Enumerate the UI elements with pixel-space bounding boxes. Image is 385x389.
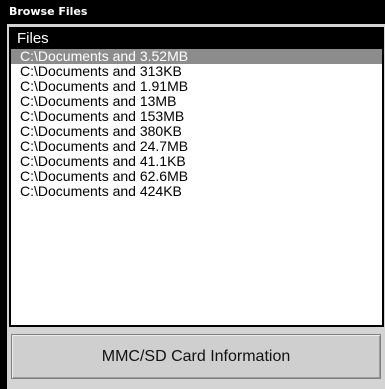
list-item[interactable]: C:\Documents and 153MB	[11, 109, 382, 124]
mmc-sd-card-information-button[interactable]: MMC/SD Card Information	[11, 334, 381, 379]
file-list[interactable]: C:\Documents and 3.52MB C:\Documents and …	[11, 49, 382, 199]
list-item[interactable]: C:\Documents and 380KB	[11, 124, 382, 139]
file-list-header: Files	[11, 29, 382, 49]
list-item[interactable]: C:\Documents and 41.1KB	[11, 154, 382, 169]
file-list-box[interactable]: Files C:\Documents and 3.52MB C:\Document…	[9, 27, 384, 327]
window-title: Browse Files	[0, 0, 385, 24]
list-item[interactable]: C:\Documents and 313KB	[11, 64, 382, 79]
list-item[interactable]: C:\Documents and 3.52MB	[11, 49, 382, 64]
list-item[interactable]: C:\Documents and 62.6MB	[11, 169, 382, 184]
list-item[interactable]: C:\Documents and 424KB	[11, 184, 382, 199]
browse-files-window: Browse Files Files C:\Documents and 3.52…	[0, 0, 385, 389]
list-item[interactable]: C:\Documents and 1.91MB	[11, 79, 382, 94]
list-item[interactable]: C:\Documents and 13MB	[11, 94, 382, 109]
list-item[interactable]: C:\Documents and 24.7MB	[11, 139, 382, 154]
